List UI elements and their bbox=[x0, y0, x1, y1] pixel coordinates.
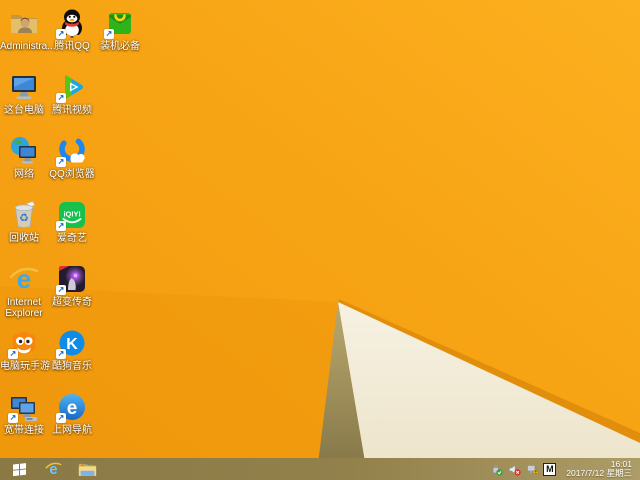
recycle-bin-icon: ♻ bbox=[8, 199, 40, 231]
volume-muted-icon[interactable] bbox=[507, 462, 521, 476]
desktop-icon-administrator-folder[interactable]: Administra... bbox=[0, 7, 48, 52]
icon-label: 这台电脑 bbox=[0, 105, 48, 116]
taskbar-file-explorer-button[interactable] bbox=[75, 459, 99, 479]
icon-label: 酷狗音乐 bbox=[48, 361, 96, 372]
desktop-icon-web-navigation[interactable]: e ↗ 上网导航 bbox=[48, 391, 96, 436]
icon-label: Internet Explorer bbox=[0, 297, 48, 319]
taskbar-clock[interactable]: 16:01 2017/7/12 星期三 bbox=[560, 460, 636, 478]
desktop-icon-this-pc[interactable]: 这台电脑 bbox=[0, 71, 48, 116]
clock-date: 2017/7/12 星期三 bbox=[566, 469, 632, 478]
icon-label: 装机必备 bbox=[96, 41, 144, 52]
icon-label: 网络 bbox=[0, 169, 48, 180]
desktop-icon-iqiyi[interactable]: iQIYI ↗ 爱奇艺 bbox=[48, 199, 96, 244]
icon-label: 宽带连接 bbox=[0, 425, 48, 436]
svg-text:♻: ♻ bbox=[19, 212, 29, 225]
shortcut-arrow-icon: ↗ bbox=[56, 29, 66, 39]
shortcut-arrow-icon: ↗ bbox=[56, 221, 66, 231]
desktop-icon-pc-play-mobile-games[interactable]: ↗ 电脑玩手游 bbox=[0, 327, 48, 372]
desktop-icon-internet-explorer[interactable]: e Internet Explorer bbox=[0, 263, 48, 319]
icon-label: 腾讯视频 bbox=[48, 105, 96, 116]
icon-label: 电脑玩手游 bbox=[0, 361, 48, 372]
svg-text:K: K bbox=[66, 336, 78, 353]
windows-logo-icon bbox=[12, 462, 27, 476]
desktop-icon-broadband-connection[interactable]: ↗ 宽带连接 bbox=[0, 391, 48, 436]
desktop-icon-tencent-video[interactable]: ↗ 腾讯视频 bbox=[48, 71, 96, 116]
icon-label: 上网导航 bbox=[48, 425, 96, 436]
svg-text:e: e bbox=[67, 398, 78, 419]
desktop-icon-tencent-qq[interactable]: ↗ 腾讯QQ bbox=[48, 7, 96, 52]
shortcut-arrow-icon: ↗ bbox=[8, 413, 18, 423]
ie-blue-e-icon: e bbox=[44, 460, 63, 478]
taskbar-internet-explorer-button[interactable]: e bbox=[41, 459, 65, 479]
ie-blue-e-icon: e bbox=[8, 263, 40, 295]
network-warning-icon[interactable] bbox=[525, 462, 539, 476]
icon-label: QQ浏览器 bbox=[48, 169, 96, 180]
icon-label: Administra... bbox=[0, 41, 48, 52]
computer-monitor-icon bbox=[8, 71, 40, 103]
svg-text:iQIYI: iQIYI bbox=[63, 210, 80, 219]
globe-with-monitor-icon bbox=[8, 135, 40, 167]
start-button[interactable] bbox=[7, 459, 31, 479]
shortcut-arrow-icon: ↗ bbox=[104, 29, 114, 39]
shortcut-arrow-icon: ↗ bbox=[8, 349, 18, 359]
user-folder-icon bbox=[8, 7, 40, 39]
desktop-icon-qq-browser[interactable]: ↗ QQ浏览器 bbox=[48, 135, 96, 180]
shortcut-arrow-icon: ↗ bbox=[56, 413, 66, 423]
desktop-icon-chaobian-chuanqi[interactable]: ↗ 超变传奇 bbox=[48, 263, 96, 308]
taskbar: e bbox=[0, 458, 640, 480]
icon-label: 回收站 bbox=[0, 233, 48, 244]
desktop-icon-network[interactable]: 网络 bbox=[0, 135, 48, 180]
icon-label: 腾讯QQ bbox=[48, 41, 96, 52]
desktop-icon-kugou-music[interactable]: K ↗ 酷狗音乐 bbox=[48, 327, 96, 372]
shortcut-arrow-icon: ↗ bbox=[56, 93, 66, 103]
desktop-icon-recycle-bin[interactable]: ♻ 回收站 bbox=[0, 199, 48, 244]
shortcut-arrow-icon: ↗ bbox=[56, 349, 66, 359]
desktop: Administra... ↗ 腾讯QQ ↗ 装机必备 bbox=[0, 0, 640, 480]
icon-label: 超变传奇 bbox=[48, 297, 96, 308]
wallpaper-win81-orange bbox=[0, 0, 640, 480]
shortcut-arrow-icon: ↗ bbox=[56, 157, 66, 167]
system-tray: M 16:01 2017/7/12 星期三 bbox=[489, 460, 640, 478]
desktop-icon-zhuangji-bibei[interactable]: ↗ 装机必备 bbox=[96, 7, 144, 52]
input-method-indicator[interactable]: M bbox=[543, 463, 556, 476]
icon-label: 爱奇艺 bbox=[48, 233, 96, 244]
shortcut-arrow-icon: ↗ bbox=[56, 285, 66, 295]
usb-safely-remove-icon[interactable] bbox=[489, 462, 503, 476]
folder-icon bbox=[78, 461, 97, 477]
